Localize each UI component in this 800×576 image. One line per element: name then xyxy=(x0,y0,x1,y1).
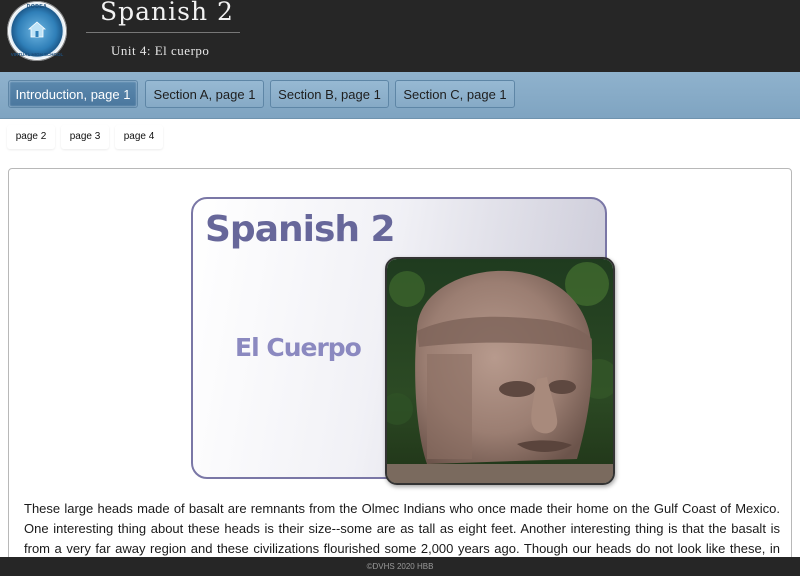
tab-introduction-page-1[interactable]: Introduction, page 1 xyxy=(8,80,138,108)
school-house-icon xyxy=(28,21,46,38)
subtab-page-3[interactable]: page 3 xyxy=(61,125,109,149)
subtab-page-4[interactable]: page 4 xyxy=(115,125,163,149)
subtab-page-2[interactable]: page 2 xyxy=(7,125,55,149)
tab-section-a-page-1[interactable]: Section A, page 1 xyxy=(145,80,264,108)
school-logo[interactable]: DODEA VIRTUAL HIGH SCHOOL xyxy=(7,1,67,61)
logo-top-text: DODEA xyxy=(26,4,48,10)
logo-bottom-text: VIRTUAL HIGH SCHOOL xyxy=(10,52,64,57)
tab-section-c-page-1[interactable]: Section C, page 1 xyxy=(395,80,515,108)
site-footer: ©DVHS 2020 HBB xyxy=(0,557,800,576)
olmec-head-image xyxy=(385,257,615,485)
site-header: DODEA VIRTUAL HIGH SCHOOL Spanish 2 Unit… xyxy=(0,0,800,72)
olmec-head-illustration xyxy=(387,259,613,483)
page-nav: page 2 page 3 page 4 xyxy=(0,118,800,158)
unit-subtitle: Unit 4: El cuerpo xyxy=(111,43,210,58)
title-divider xyxy=(86,32,240,33)
banner-title: Spanish 2 xyxy=(205,209,396,250)
tab-section-b-page-1[interactable]: Section B, page 1 xyxy=(270,80,389,108)
content-panel: Spanish 2 El Cuerpo These large heads ma… xyxy=(8,168,792,568)
section-nav: Introduction, page 1 Section A, page 1 S… xyxy=(0,72,800,119)
banner-subtitle: El Cuerpo xyxy=(235,333,362,362)
page-title: Spanish 2 xyxy=(100,0,234,26)
